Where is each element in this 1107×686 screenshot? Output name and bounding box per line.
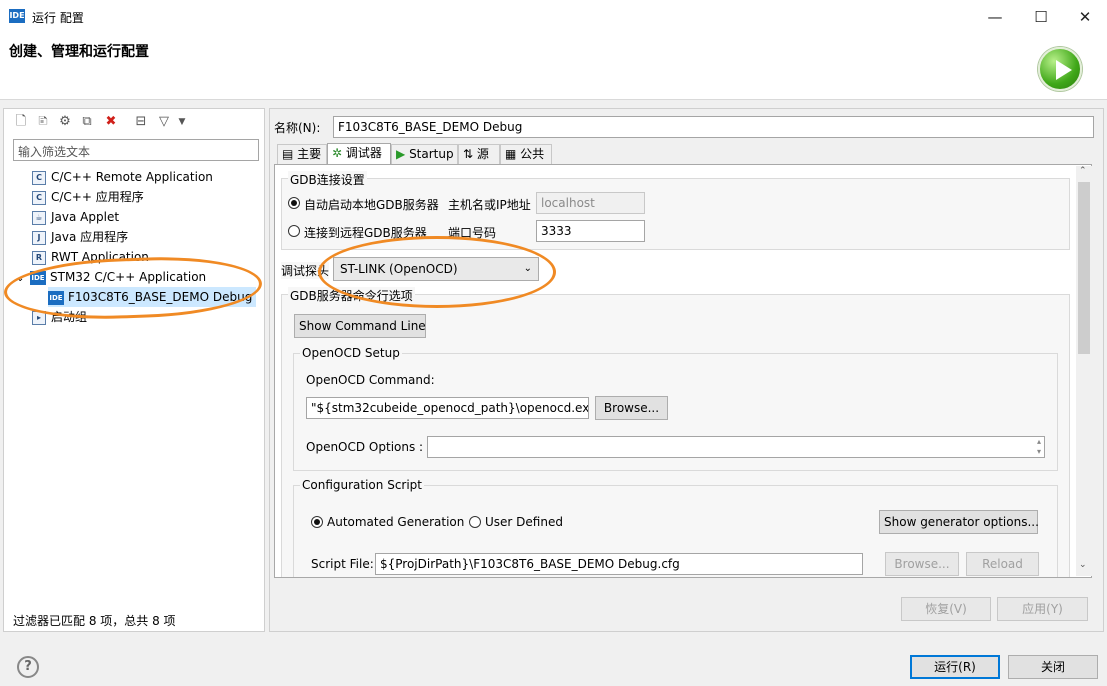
name-label: 名称(N): bbox=[274, 121, 321, 135]
scroll-up-icon[interactable]: ⌃ bbox=[1079, 166, 1087, 176]
apply-button[interactable]: 应用(Y) bbox=[997, 597, 1088, 621]
banner-title: 创建、管理和运行配置 bbox=[9, 44, 149, 60]
duplicate-icon[interactable]: ⧉ bbox=[79, 114, 95, 130]
filter-dropdown-icon[interactable]: ▼ bbox=[174, 114, 190, 130]
openocd-command-field[interactable]: "${stm32cubeide_openocd_path}\openocd.ex… bbox=[306, 397, 589, 419]
close-window-button[interactable]: ✕ bbox=[1062, 0, 1107, 34]
tree-item[interactable]: C C/C++ 应用程序 bbox=[32, 187, 144, 207]
spinner-icon[interactable]: ▴ ▾ bbox=[1037, 437, 1041, 457]
new-config-icon[interactable]: 🗋 bbox=[13, 114, 29, 130]
run-icon bbox=[1038, 47, 1082, 91]
c-app-icon: C bbox=[32, 190, 46, 205]
help-icon[interactable]: ? bbox=[17, 656, 39, 678]
tab-main[interactable]: ▤ 主要 bbox=[277, 144, 327, 164]
openocd-options-field[interactable]: ▴ ▾ bbox=[427, 436, 1045, 458]
window-title: 运行 配置 bbox=[32, 11, 84, 25]
chevron-down-icon[interactable]: ⌄ bbox=[16, 269, 30, 289]
user-defined-radio[interactable] bbox=[469, 516, 481, 528]
tab-source[interactable]: ⇅ 源 bbox=[458, 144, 500, 164]
script-file-field[interactable]: ${ProjDirPath}\F103C8T6_BASE_DEMO Debug.… bbox=[375, 553, 863, 575]
debugger-tab-icon: ✲ bbox=[332, 146, 343, 160]
probe-label: 调试探头 bbox=[281, 262, 330, 279]
port-field[interactable]: 3333 bbox=[536, 220, 645, 242]
startup-tab-icon: ▶ bbox=[396, 147, 406, 161]
maximize-button[interactable]: ☐ bbox=[1018, 0, 1064, 34]
launch-group-icon: ▸ bbox=[32, 310, 46, 325]
name-field[interactable]: F103C8T6_BASE_DEMO Debug bbox=[333, 116, 1094, 138]
vertical-scrollbar[interactable]: ⌃ ⌄ bbox=[1076, 166, 1092, 576]
header-banner: 创建、管理和运行配置 bbox=[0, 34, 1107, 100]
tree-item[interactable]: ☕ Java Applet bbox=[32, 207, 119, 227]
ide-icon: IDE bbox=[30, 270, 46, 285]
java-app-icon: J bbox=[32, 230, 46, 245]
main-tab-icon: ▤ bbox=[282, 147, 294, 161]
openocd-browse-button[interactable]: Browse... bbox=[595, 396, 668, 420]
gdb-group-title: GDB连接设置 bbox=[288, 171, 367, 188]
ide-icon: IDE bbox=[48, 290, 64, 305]
title-bar: IDE 运行 配置 — ☐ ✕ bbox=[0, 0, 1107, 34]
port-label: 端口号码 bbox=[448, 226, 497, 240]
scroll-down-icon[interactable]: ⌄ bbox=[1079, 560, 1087, 570]
ide-app-icon: IDE bbox=[9, 9, 25, 23]
revert-button[interactable]: 恢复(V) bbox=[901, 597, 991, 621]
host-label: 主机名或IP地址 bbox=[448, 198, 531, 212]
java-applet-icon: ☕ bbox=[32, 210, 46, 225]
tree-item[interactable]: ▸ 启动组 bbox=[32, 307, 87, 327]
tree-item-stm32[interactable]: ⌄ IDE STM32 C/C++ Application bbox=[16, 267, 206, 287]
automated-generation-radio[interactable] bbox=[311, 516, 323, 528]
tree-item[interactable]: J Java 应用程序 bbox=[32, 227, 128, 247]
host-field[interactable]: localhost bbox=[536, 192, 645, 214]
script-file-label: Script File: bbox=[311, 557, 374, 571]
scrollbar-thumb[interactable] bbox=[1078, 182, 1090, 354]
probe-select[interactable]: ST-LINK (OpenOCD) ⌄ bbox=[333, 257, 539, 281]
tree-item[interactable]: C C/C++ Remote Application bbox=[32, 167, 213, 187]
tab-startup[interactable]: ▶ Startup bbox=[391, 144, 458, 164]
tree-item-selected[interactable]: IDE F103C8T6_BASE_DEMO Debug bbox=[48, 287, 257, 307]
new-prototype-icon[interactable]: 🗈 bbox=[35, 114, 51, 130]
show-generator-options-button[interactable]: Show generator options... bbox=[879, 510, 1039, 534]
filter-status: 过滤器已匹配 8 项，总共 8 项 bbox=[13, 614, 176, 628]
minimize-button[interactable]: — bbox=[972, 0, 1018, 34]
source-tab-icon: ⇅ bbox=[463, 147, 474, 161]
common-tab-icon: ▦ bbox=[505, 147, 517, 161]
auto-gdb-label: 自动启动本地GDB服务器 bbox=[304, 198, 439, 212]
script-browse-button[interactable]: Browse... bbox=[885, 552, 959, 576]
remote-gdb-radio[interactable] bbox=[288, 225, 300, 237]
server-group-title: GDB服务器命令行选项 bbox=[288, 287, 415, 304]
tab-debugger[interactable]: ✲ 调试器 bbox=[327, 143, 391, 165]
config-group-title: Configuration Script bbox=[300, 478, 424, 492]
config-tree-panel: 🗋 🗈 ⚙ ⧉ ✖ ⊟ ▽ ▼ 输入筛选文本 C C/C++ Remote App… bbox=[3, 108, 265, 632]
automated-generation-label: Automated Generation bbox=[327, 515, 465, 529]
export-icon[interactable]: ⚙ bbox=[57, 114, 73, 130]
user-defined-label: User Defined bbox=[485, 515, 563, 529]
chevron-down-icon: ⌄ bbox=[523, 263, 532, 274]
reload-button[interactable]: Reload bbox=[966, 552, 1039, 576]
remote-gdb-label: 连接到远程GDB服务器 bbox=[304, 226, 427, 240]
filter-icon[interactable]: ▽ bbox=[156, 114, 172, 130]
run-button[interactable]: 运行(R) bbox=[910, 655, 1000, 679]
collapse-all-icon[interactable]: ⊟ bbox=[133, 114, 149, 130]
tab-common[interactable]: ▦ 公共 bbox=[500, 144, 552, 164]
close-button[interactable]: 关闭 bbox=[1008, 655, 1098, 679]
tree-item[interactable]: R RWT Application bbox=[32, 247, 149, 267]
filter-input[interactable]: 输入筛选文本 bbox=[13, 139, 259, 161]
c-app-icon: C bbox=[32, 170, 46, 185]
rwt-app-icon: R bbox=[32, 250, 46, 265]
openocd-command-label: OpenOCD Command: bbox=[306, 373, 435, 387]
openocd-group-title: OpenOCD Setup bbox=[300, 346, 402, 360]
show-command-line-button[interactable]: Show Command Line bbox=[294, 314, 426, 338]
auto-gdb-radio[interactable] bbox=[288, 197, 300, 209]
openocd-options-label: OpenOCD Options : bbox=[306, 440, 424, 454]
delete-icon[interactable]: ✖ bbox=[103, 114, 119, 130]
